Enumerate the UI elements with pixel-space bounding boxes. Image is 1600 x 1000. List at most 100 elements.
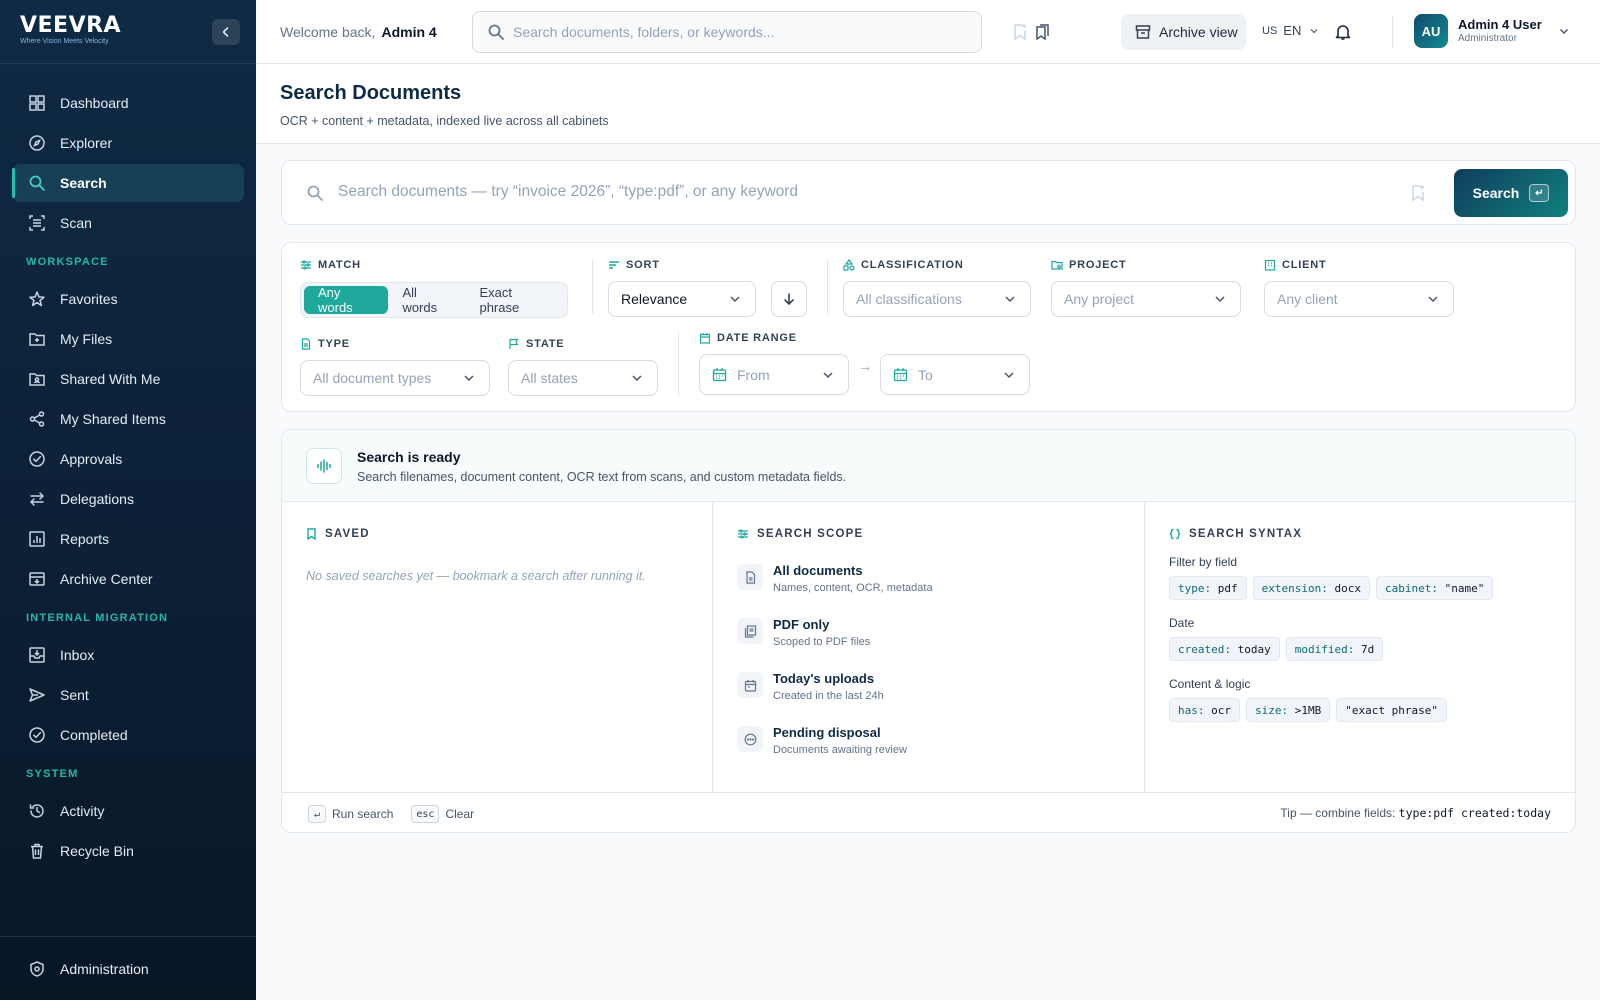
chevron-down-icon bbox=[822, 369, 834, 381]
user-name: Admin 4 User bbox=[1458, 17, 1542, 32]
tip-code: type:pdf created:today bbox=[1398, 806, 1551, 820]
sidebar-item-delegations[interactable]: Delegations bbox=[12, 480, 244, 518]
sidebar-item-recycle-bin[interactable]: Recycle Bin bbox=[12, 832, 244, 870]
section-workspace: WORKSPACE bbox=[26, 256, 109, 268]
archive-view-button[interactable]: Archive view bbox=[1121, 14, 1246, 50]
syntax-chip[interactable]: type: pdf bbox=[1169, 576, 1247, 600]
state-select[interactable]: All states bbox=[508, 360, 658, 396]
user-menu[interactable]: AU Admin 4 User Administrator bbox=[1414, 14, 1570, 48]
trash-icon bbox=[28, 842, 46, 860]
sidebar-item-inbox[interactable]: Inbox bbox=[12, 636, 244, 674]
brand-name: VEEVRA bbox=[20, 13, 122, 38]
match-any-words[interactable]: Any words bbox=[304, 285, 389, 315]
type-select[interactable]: All document types bbox=[300, 360, 490, 396]
sidebar-item-label: Administration bbox=[60, 960, 149, 977]
document-icon bbox=[300, 338, 312, 350]
syntax-chip[interactable]: size: >1MB bbox=[1246, 698, 1331, 722]
client-select[interactable]: Any client bbox=[1264, 281, 1454, 317]
bookmark-add-icon[interactable] bbox=[1008, 20, 1032, 44]
date-range-arrow: → bbox=[858, 358, 872, 374]
syntax-chip[interactable]: created: today bbox=[1169, 637, 1280, 661]
date-to-picker[interactable]: To bbox=[880, 354, 1030, 395]
user-role: Administrator bbox=[1458, 33, 1517, 44]
sidebar-item-approvals[interactable]: Approvals bbox=[12, 440, 244, 478]
search-syntax-column: SEARCH SYNTAX Filter by field type: pdf … bbox=[1145, 502, 1575, 792]
scope-desc: Scoped to PDF files bbox=[773, 636, 871, 648]
main-search-input[interactable]: Search documents — try “invoice 2026”, “… bbox=[338, 183, 798, 201]
sidebar-item-reports[interactable]: Reports bbox=[12, 520, 244, 558]
sidebar-item-label: Explorer bbox=[60, 135, 113, 151]
sidebar-item-label: Inbox bbox=[60, 647, 95, 663]
results-footer: ↵ Run search esc Clear Tip — combine fie… bbox=[282, 792, 1575, 832]
building-icon bbox=[1264, 259, 1276, 271]
sidebar-item-explorer[interactable]: Explorer bbox=[12, 124, 244, 162]
sliders-icon bbox=[737, 528, 749, 540]
sidebar-item-completed[interactable]: Completed bbox=[12, 716, 244, 754]
filter-type-label: TYPE bbox=[300, 338, 350, 350]
scope-heading: SEARCH SCOPE bbox=[737, 528, 863, 540]
sidebar-item-label: Scan bbox=[60, 215, 92, 231]
sidebar-item-activity[interactable]: Activity bbox=[12, 792, 244, 830]
sidebar-item-sent[interactable]: Sent bbox=[12, 676, 244, 714]
date-from-picker[interactable]: From bbox=[699, 354, 849, 395]
notifications-bell-icon[interactable] bbox=[1331, 20, 1355, 44]
sidebar-item-search[interactable]: Search bbox=[12, 164, 244, 202]
sidebar-item-my-files[interactable]: My Files bbox=[12, 320, 244, 358]
language-selector[interactable]: US EN bbox=[1262, 23, 1319, 38]
sort-direction-button[interactable] bbox=[771, 281, 807, 317]
scope-all-documents[interactable]: All documents Names, content, OCR, metad… bbox=[737, 562, 933, 596]
filter-project-label: PROJECT bbox=[1051, 259, 1127, 271]
scope-todays-uploads[interactable]: Today's uploads Created in the last 24h bbox=[737, 670, 884, 704]
sidebar-item-dashboard[interactable]: Dashboard bbox=[12, 84, 244, 122]
document-icon bbox=[737, 564, 763, 590]
run-search-hint[interactable]: Run search bbox=[332, 807, 393, 821]
braces-icon bbox=[1169, 528, 1181, 540]
sidebar-item-archive-center[interactable]: Archive Center bbox=[12, 560, 244, 598]
shapes-icon bbox=[843, 259, 855, 271]
scope-pending-disposal[interactable]: Pending disposal Documents awaiting revi… bbox=[737, 724, 907, 758]
sidebar-item-label: My Shared Items bbox=[60, 411, 166, 427]
sidebar-item-favorites[interactable]: Favorites bbox=[12, 280, 244, 318]
keyboard-hints: ↵ Run search esc Clear bbox=[308, 805, 474, 823]
clear-hint[interactable]: Clear bbox=[445, 807, 474, 821]
syntax-chip[interactable]: modified: 7d bbox=[1285, 637, 1384, 661]
chevron-left-icon bbox=[222, 27, 229, 37]
welcome-text: Welcome back, Admin 4 bbox=[280, 24, 437, 40]
syntax-chip[interactable]: has: ocr bbox=[1169, 698, 1240, 722]
sidebar-item-administration[interactable]: Administration bbox=[12, 950, 244, 988]
bookmark-search-icon[interactable] bbox=[1410, 184, 1426, 202]
brand-logo[interactable]: VEEVRA Where Vision Meets Velocity bbox=[20, 14, 121, 46]
search-icon bbox=[28, 174, 46, 192]
topbar-divider bbox=[1392, 16, 1393, 48]
syntax-chip[interactable]: extension: docx bbox=[1252, 576, 1370, 600]
archive-view-label: Archive view bbox=[1159, 24, 1238, 40]
project-select[interactable]: Any project bbox=[1051, 281, 1241, 317]
saved-searches-column: SAVED No saved searches yet — bookmark a… bbox=[282, 502, 713, 792]
saved-empty-state: No saved searches yet — bookmark a searc… bbox=[306, 569, 646, 583]
section-system: SYSTEM bbox=[26, 768, 79, 780]
sidebar-item-my-shared-items[interactable]: My Shared Items bbox=[12, 400, 244, 438]
filter-client-label: CLIENT bbox=[1264, 259, 1327, 271]
search-icon bbox=[487, 23, 505, 41]
scope-title: PDF only bbox=[773, 617, 830, 632]
sidebar-item-scan[interactable]: Scan bbox=[12, 204, 244, 242]
match-all-words[interactable]: All words bbox=[388, 285, 465, 315]
bookmarks-icon[interactable] bbox=[1030, 20, 1054, 44]
topbar: Welcome back, Admin 4 Search documents, f… bbox=[256, 0, 1600, 64]
search-ready-banner: Search is ready Search filenames, docume… bbox=[282, 430, 1575, 502]
global-search-input[interactable]: Search documents, folders, or keywords..… bbox=[472, 11, 982, 53]
syntax-group-label: Filter by field bbox=[1169, 555, 1238, 569]
page-title: Search Documents bbox=[280, 82, 462, 104]
match-exact-phrase[interactable]: Exact phrase bbox=[465, 285, 564, 315]
scope-pdf-only[interactable]: PDF only Scoped to PDF files bbox=[737, 616, 870, 650]
search-button[interactable]: Search ↵ bbox=[1454, 169, 1568, 217]
syntax-chip[interactable]: cabinet: "name" bbox=[1375, 576, 1494, 600]
filters-panel: MATCH Any words All words Exact phrase S… bbox=[281, 242, 1576, 412]
classification-select[interactable]: All classifications bbox=[843, 281, 1031, 317]
sidebar-item-shared-with-me[interactable]: Shared With Me bbox=[12, 360, 244, 398]
scope-desc: Created in the last 24h bbox=[773, 690, 884, 702]
syntax-chip[interactable]: "exact phrase" bbox=[1336, 698, 1447, 722]
collapse-sidebar-button[interactable] bbox=[212, 19, 240, 45]
sort-select[interactable]: Relevance bbox=[608, 281, 756, 317]
sidebar-footer: Administration bbox=[0, 936, 256, 1000]
